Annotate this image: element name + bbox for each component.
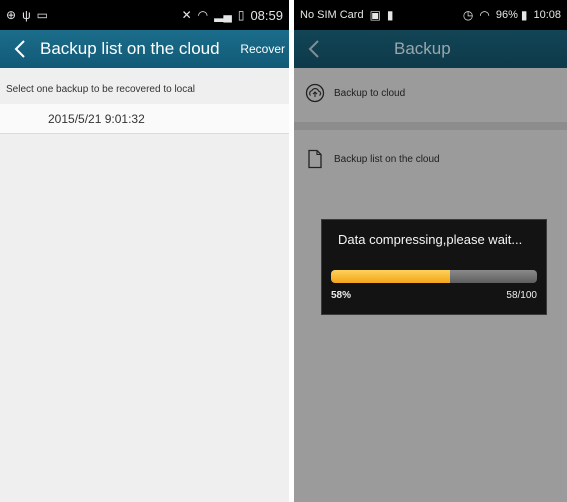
status-bar: No SIM Card ▣ ▮ ◷ ◠ 96% ▮ 10:08: [294, 0, 567, 30]
recover-button[interactable]: Recover: [240, 42, 285, 56]
backup-to-cloud-label: Backup to cloud: [334, 87, 406, 99]
progress-dialog: Data compressing,please wait... 58% 58/1…: [321, 219, 547, 315]
alarm-icon: ◷: [462, 8, 474, 22]
settings-icon: ⊕: [6, 8, 17, 22]
image-icon: ▣: [369, 8, 381, 22]
title-bar: Backup list on the cloud Recover: [0, 30, 289, 68]
signal-icon: ▂▄: [214, 8, 232, 22]
back-button[interactable]: [0, 39, 40, 59]
mute-icon: ✕: [181, 8, 192, 22]
backup-list-item[interactable]: Backup list on the cloud: [294, 134, 567, 184]
status-time: 10:08: [533, 9, 561, 21]
document-icon: [304, 148, 326, 170]
battery-icon: ▯: [237, 8, 245, 22]
bars-icon: ▮: [386, 8, 394, 22]
back-button[interactable]: [294, 39, 334, 59]
progress-percent: 58%: [331, 290, 352, 301]
section-divider: [294, 122, 567, 130]
page-title: Backup list on the cloud: [40, 39, 220, 58]
progress-bar-fill: [331, 270, 451, 283]
battery-icon: ▮: [520, 8, 528, 22]
screenshot-icon: ▭: [36, 8, 48, 22]
chevron-left-icon: [308, 40, 319, 58]
backup-list-label: Backup list on the cloud: [334, 153, 440, 165]
status-time: 08:59: [250, 7, 283, 23]
carrier-text: No SIM Card: [300, 9, 364, 21]
backup-to-cloud-item[interactable]: Backup to cloud: [294, 68, 567, 118]
backup-list-item[interactable]: 2015/5/21 9:01:32: [0, 104, 289, 134]
page-title: Backup: [394, 39, 451, 58]
wifi-icon: ◠: [479, 8, 490, 22]
progress-count: 58/100: [506, 290, 537, 301]
left-screen: ⊕ ψ ▭ ✕ ◠ ▂▄ ▯ 08:59 Backup list on the …: [0, 0, 289, 502]
status-bar: ⊕ ψ ▭ ✕ ◠ ▂▄ ▯ 08:59: [0, 0, 289, 30]
usb-icon: ψ: [22, 8, 31, 22]
right-screen: No SIM Card ▣ ▮ ◷ ◠ 96% ▮ 10:08 Backup B…: [294, 0, 567, 502]
battery-percent: 96%: [495, 9, 518, 21]
title-bar: Backup: [294, 30, 567, 68]
progress-bar: [331, 270, 537, 283]
progress-message: Data compressing,please wait...: [338, 232, 523, 247]
cloud-upload-icon: [304, 82, 326, 104]
chevron-left-icon: [14, 40, 25, 58]
wifi-icon: ◠: [197, 8, 209, 22]
